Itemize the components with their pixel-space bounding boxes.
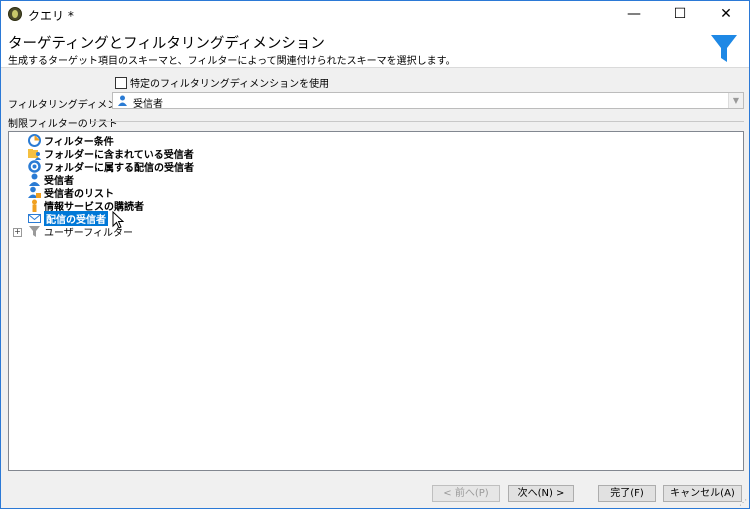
finish-button[interactable]: 完了(F) [598, 485, 656, 502]
close-button[interactable]: ✕ [703, 1, 749, 29]
person-list-icon [28, 186, 41, 198]
page-subtitle: 生成するターゲット項目のスキーマと、フィルターによって関連付けられたスキーマを選… [8, 56, 456, 67]
filter-dimension-select[interactable]: 受信者 ▼ [112, 92, 744, 110]
app-icon [8, 7, 22, 21]
filter-condition-icon [28, 134, 41, 147]
funnel-icon [29, 226, 40, 237]
folder-person-icon [28, 149, 41, 160]
query-dialog: クエリ * — ☐ ✕ ターゲティングとフィルタリングディメンション 生成するタ… [0, 0, 750, 509]
minimize-button[interactable]: — [611, 1, 657, 29]
page-title: ターゲティングとフィルタリングディメンション [8, 36, 325, 52]
specific-dimension-checkbox[interactable] [115, 76, 127, 89]
divider [91, 121, 744, 122]
window-title: クエリ * [28, 9, 74, 23]
expand-toggle[interactable]: + [13, 228, 22, 237]
cancel-button[interactable]: キャンセル(A) [663, 485, 742, 502]
specific-dimension-option[interactable]: 特定のフィルタリングディメンションを使用 [115, 75, 329, 90]
specific-dimension-label: 特定のフィルタリングディメンションを使用 [130, 79, 330, 90]
person-icon [29, 173, 40, 186]
subscriber-icon [32, 199, 37, 212]
mouse-cursor-icon [112, 211, 124, 229]
filter-dimension-value: 受信者 [133, 99, 163, 110]
maximize-button[interactable]: ☐ [657, 1, 703, 29]
person-icon [118, 95, 127, 106]
restriction-list-label: 制限フィルターのリスト [8, 119, 118, 130]
funnel-icon [711, 35, 737, 62]
prev-button[interactable]: < 前へ(P) [432, 485, 500, 502]
envelope-icon [28, 214, 41, 223]
resize-grip-icon[interactable]: ⋰ [739, 498, 747, 507]
next-button[interactable]: 次へ(N) > [508, 485, 574, 502]
title-bar: クエリ * — ☐ ✕ [1, 1, 749, 29]
restriction-filter-tree[interactable]: フィルター条件 フォルダーに含まれている受信者 フォルダーに属する配信の受信者 [8, 131, 744, 471]
delivery-cycle-icon [28, 160, 41, 173]
wizard-header: ターゲティングとフィルタリングディメンション 生成するターゲット項目のスキーマと… [1, 29, 749, 68]
chevron-down-icon[interactable]: ▼ [728, 93, 743, 108]
